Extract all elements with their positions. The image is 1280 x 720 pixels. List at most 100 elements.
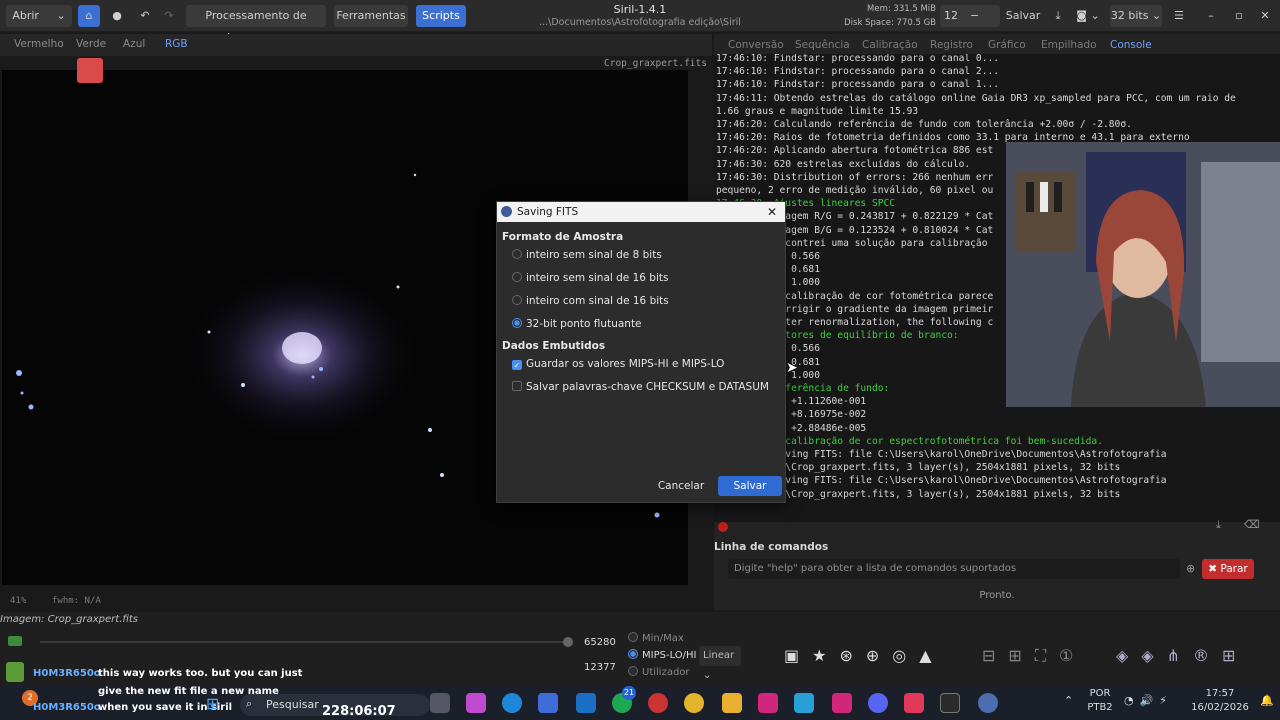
snapshot-button[interactable]: ◙ ⌄ xyxy=(1072,5,1104,27)
lang-indicator[interactable]: POR xyxy=(1080,688,1120,699)
keyboard-layout[interactable]: PTB2 xyxy=(1080,702,1120,713)
tab-sequence[interactable]: Sequência xyxy=(795,39,850,51)
redo-button[interactable]: ↷ xyxy=(158,5,180,27)
app-icon[interactable] xyxy=(576,693,596,713)
record-button[interactable]: ● xyxy=(106,5,128,27)
siril-taskbar-icon[interactable] xyxy=(978,693,998,713)
radio-float32-label: 32-bit ponto flutuante xyxy=(526,318,642,330)
radio-user[interactable]: Utilizador xyxy=(628,666,690,678)
copilot-icon[interactable] xyxy=(466,693,486,713)
scale-select[interactable]: Linear ⌄ xyxy=(699,646,741,681)
radio-int16[interactable]: inteiro com sinal de 16 bits xyxy=(512,295,669,307)
tab-stacking[interactable]: Empilhado xyxy=(1041,39,1097,51)
console-line: 17:46:30: Distribution of errors: 266 ne… xyxy=(716,171,994,183)
minus-icon: − xyxy=(970,9,980,22)
fits-app-icon[interactable] xyxy=(904,693,924,713)
checkbox-checksum-label: Salvar palavras-chave CHECKSUM e DATASUM xyxy=(526,381,769,393)
tab-red[interactable]: Vermelho xyxy=(14,38,64,50)
threads-spinner[interactable]: 12−+ xyxy=(940,5,1000,44)
app-blue-icon[interactable] xyxy=(794,693,814,713)
extra-tools[interactable]: ◈◈⋔®⊞ xyxy=(1116,646,1248,665)
radio-int16-label: inteiro com sinal de 16 bits xyxy=(526,295,669,307)
close-button[interactable]: ✕ xyxy=(1254,5,1276,27)
zoom-tools[interactable]: ⊟⊞⛶① xyxy=(982,646,1086,666)
tab-registration[interactable]: Registro xyxy=(930,39,973,51)
radio-uint8[interactable]: inteiro sem sinal de 8 bits xyxy=(512,249,662,261)
stop-button[interactable]: ✖ Parar xyxy=(1202,559,1254,579)
radio-icon xyxy=(512,249,522,259)
clear-log-icon[interactable]: ⌫ xyxy=(1244,518,1260,531)
notifications-icon[interactable]: 🔔 xyxy=(1260,694,1274,707)
histogram-icon[interactable] xyxy=(8,636,22,646)
maximize-button[interactable]: ▫ xyxy=(1228,5,1250,27)
discord-icon[interactable] xyxy=(868,693,888,713)
tab-green[interactable]: Verde xyxy=(76,38,106,50)
store-icon[interactable] xyxy=(538,693,558,713)
checkbox-mips[interactable]: ✓ Guardar os valores MIPS-HI e MIPS-LO xyxy=(512,358,724,370)
radio-uint16[interactable]: inteiro sem sinal de 16 bits xyxy=(512,272,668,284)
tab-plot[interactable]: Gráfico xyxy=(988,39,1026,51)
opera-icon[interactable] xyxy=(648,693,668,713)
memory-readout: Mem: 331.5 MiB xyxy=(867,4,936,14)
console-line: 17:46:20: Calculando referência de fundo… xyxy=(716,119,1132,130)
dialog-save-button[interactable]: Salvar xyxy=(718,476,782,496)
command-input[interactable]: Digite "help" para obter a lista de coma… xyxy=(728,559,1180,579)
bottom-panel: Imagem: Crop_graxpert.fits 65280 12377 M… xyxy=(0,612,1280,688)
min-value[interactable]: 12377 xyxy=(584,662,616,673)
clock-date[interactable]: 16/02/2026 xyxy=(1186,702,1254,713)
home-button[interactable]: ⌂ xyxy=(78,5,100,27)
terminal-icon[interactable] xyxy=(940,693,960,713)
file-explorer-icon[interactable] xyxy=(722,693,742,713)
scripts-menu[interactable]: Scripts ⌄ xyxy=(416,5,466,44)
canvas-status: 41% fwhm: N/A xyxy=(0,596,712,610)
tab-rgb[interactable]: RGB xyxy=(165,38,188,50)
tools-menu[interactable]: Ferramentas ⌄ xyxy=(334,5,408,44)
max-slider[interactable] xyxy=(40,641,568,643)
tab-conversion[interactable]: Conversão xyxy=(728,39,784,51)
system-tray-icons[interactable]: ◔🔊⚡ xyxy=(1124,694,1173,707)
canvas-filename: Crop_graxpert.fits xyxy=(604,58,707,69)
minimize-button[interactable]: – xyxy=(1200,5,1222,27)
clock-time[interactable]: 17:57 xyxy=(1190,688,1250,699)
tab-blue[interactable]: Azul xyxy=(123,38,145,50)
image-processing-menu[interactable]: Processamento de imagem ⌄ xyxy=(186,5,326,44)
console-line: 17:46:10: Findstar: processando para o c… xyxy=(716,79,1000,91)
windows-start-icon[interactable]: ⊞ xyxy=(206,694,219,713)
edge-icon[interactable] xyxy=(502,693,522,713)
play-icon xyxy=(6,662,24,682)
console-line: 1.66 graus e magnitude limite 15.93 xyxy=(716,105,919,117)
save-button[interactable]: Salvar xyxy=(1004,5,1042,27)
radio-float32[interactable]: 32-bit ponto flutuante xyxy=(512,318,642,330)
app-pink-icon[interactable] xyxy=(758,693,778,713)
user-label: Utilizador xyxy=(642,667,690,678)
open-button[interactable]: Abrir ⌄ xyxy=(6,5,72,27)
tab-console[interactable]: Console xyxy=(1110,39,1152,51)
radio-minmax[interactable]: Min/Max xyxy=(628,632,684,644)
chevron-up-icon[interactable]: ⌃ xyxy=(1064,694,1073,707)
windows-taskbar: 2 H0M3R650o give the new fit file a new … xyxy=(0,686,1280,720)
radio-icon xyxy=(512,272,522,282)
app-path: ...\Documentos\Astrofotografia edição\Si… xyxy=(539,17,741,28)
threads-value: 12 xyxy=(944,9,958,22)
checkmark-icon: ✓ xyxy=(512,360,522,370)
app-pink2-icon[interactable] xyxy=(832,693,852,713)
console-line: 17:46:30: 620 estrelas excluídas do cálc… xyxy=(716,158,971,170)
bitdepth-select[interactable]: 32 bits ⌄ xyxy=(1110,5,1162,27)
save-log-icon[interactable]: ⤓ xyxy=(1216,518,1221,532)
scripts-label: Scripts xyxy=(422,9,460,22)
menu-button[interactable]: ☰ xyxy=(1168,5,1190,27)
max-value[interactable]: 65280 xyxy=(584,637,616,648)
max-slider-handle[interactable] xyxy=(563,637,573,647)
cancel-button[interactable]: Cancelar xyxy=(653,476,709,496)
tab-calibration[interactable]: Calibração xyxy=(862,39,918,51)
radio-selected-icon xyxy=(512,318,522,328)
save-as-button[interactable]: ⤓ xyxy=(1048,5,1068,27)
checkbox-checksum[interactable]: Salvar palavras-chave CHECKSUM e DATASUM xyxy=(512,381,769,393)
undo-button[interactable]: ↶ xyxy=(134,5,156,27)
help-icon[interactable]: ⊕ xyxy=(1186,562,1195,575)
chrome-icon[interactable] xyxy=(684,693,704,713)
radio-mips[interactable]: MIPS-LO/HI xyxy=(628,649,697,661)
display-tools[interactable]: ▣★⊛⊕◎▲ xyxy=(784,646,945,665)
task-view-icon[interactable] xyxy=(430,693,450,713)
dialog-close-icon[interactable]: ✕ xyxy=(767,202,777,222)
